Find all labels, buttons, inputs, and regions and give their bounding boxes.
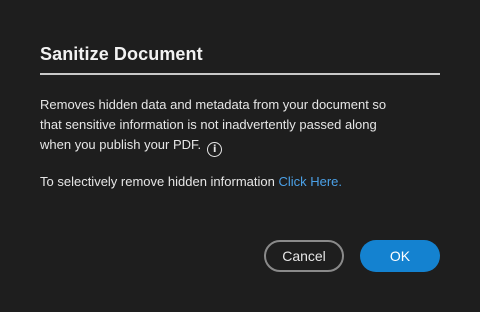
- selective-remove-text: To selectively remove hidden information: [40, 174, 279, 189]
- cancel-button[interactable]: Cancel: [264, 240, 344, 272]
- description-line-2: that sensitive information is not inadve…: [40, 117, 377, 132]
- selective-remove-row: To selectively remove hidden information…: [40, 172, 342, 192]
- ok-button[interactable]: OK: [360, 240, 440, 272]
- description-line-3: when you publish your PDF.: [40, 137, 202, 152]
- description-line-1: Removes hidden data and metadata from yo…: [40, 97, 387, 112]
- title-divider: [40, 73, 440, 75]
- sanitize-document-dialog: Sanitize Document Removes hidden data an…: [0, 0, 480, 312]
- dialog-description: Removes hidden data and metadata from yo…: [40, 95, 440, 157]
- click-here-link[interactable]: Click Here.: [278, 174, 342, 189]
- dialog-title: Sanitize Document: [40, 44, 203, 64]
- info-icon[interactable]: i: [207, 142, 223, 157]
